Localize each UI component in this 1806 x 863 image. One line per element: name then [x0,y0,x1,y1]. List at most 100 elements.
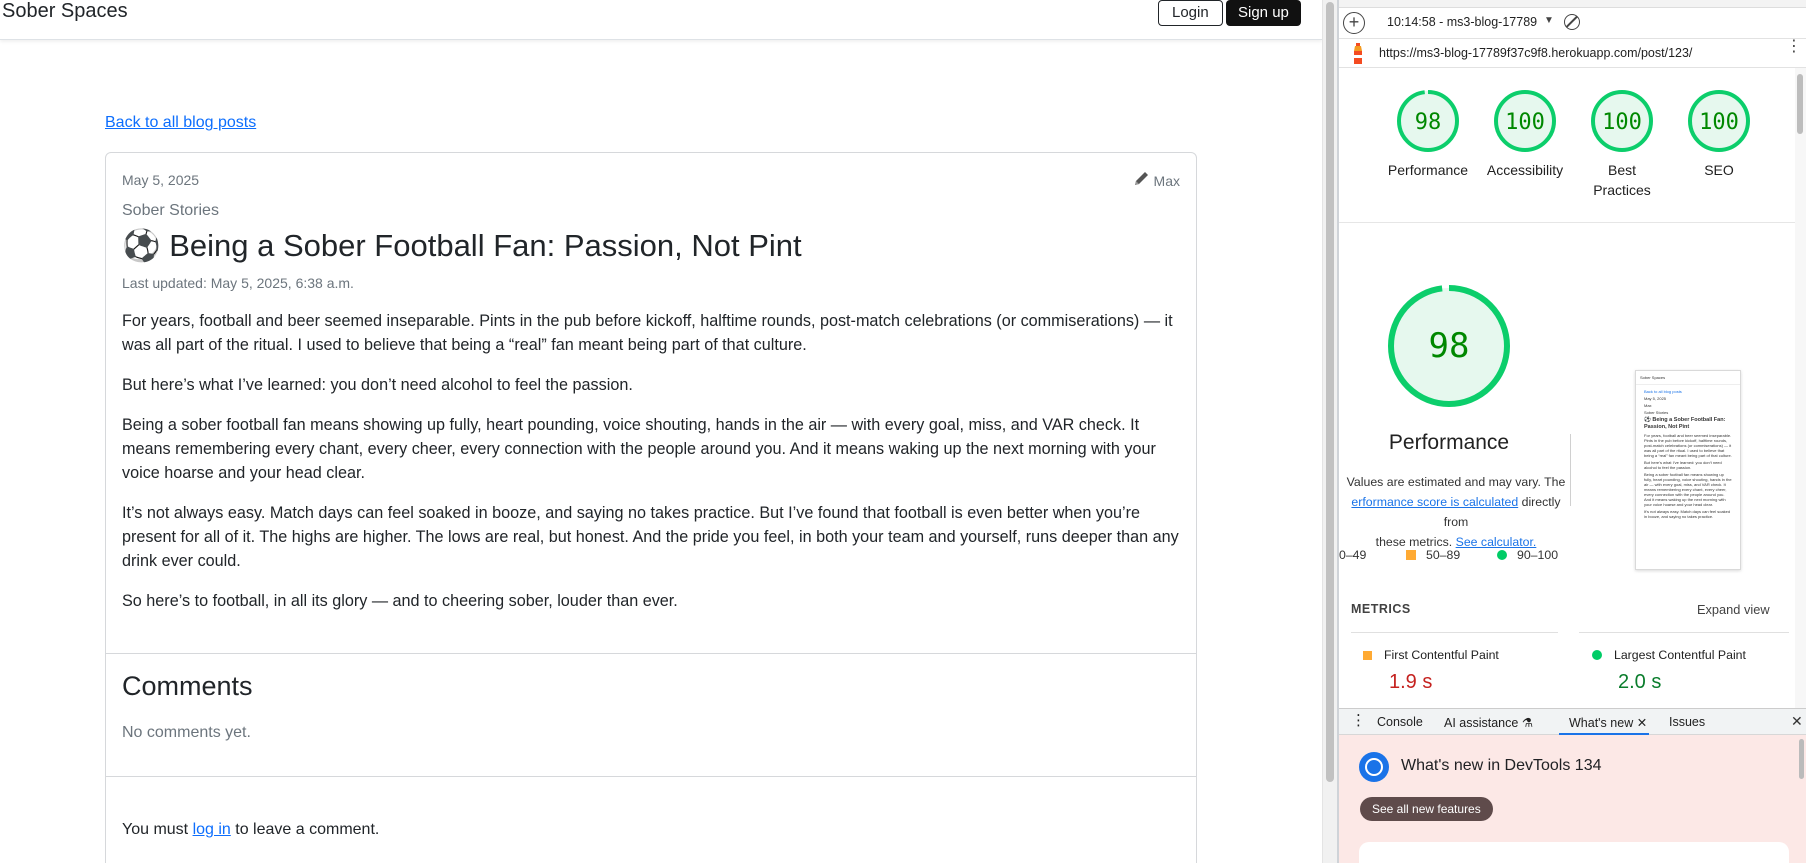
legend-high: 90–100 [1497,548,1558,562]
score-gauge-accessibility[interactable]: 100 Accessibility [1481,88,1569,180]
see-calculator-link[interactable]: See calculator. [1456,535,1537,549]
score-gauge-seo[interactable]: 100 SEO [1675,88,1763,180]
tab-ai-assistance-label: AI assistance [1444,716,1519,730]
gauge-label: Accessibility [1486,162,1564,178]
tab-console[interactable]: Console [1377,715,1423,729]
legend-mid: 50–89 [1406,548,1460,562]
average-square-icon [1406,550,1416,560]
new-report-button[interactable]: + [1343,12,1365,34]
gauge-ring: 100 [1688,90,1750,152]
metrics-header: METRICS [1351,602,1411,616]
scrollbar-thumb[interactable] [1799,739,1804,779]
gauge-ring: 98 [1397,90,1459,152]
thumbnail-title: ⚽ Being a Sober Football Fan: Passion, N… [1644,417,1726,430]
thumbnail-paragraph: Being a sober football fan means showing… [1644,472,1732,507]
performance-score-large: 98 [1429,326,1470,366]
post-body: For years, football and beer seemed inse… [122,309,1182,629]
page-screenshot-thumbnail[interactable]: Sober Spaces Back to all blog posts May … [1635,370,1741,570]
web-page: Sober Spaces Login Sign up Back to all b… [0,0,1322,863]
chrome-devtools-icon [1359,752,1389,782]
legend-low: 0–49 [1339,548,1366,562]
gauge-ring: 100 [1494,90,1556,152]
score-gauge-performance[interactable]: 98 Performance [1384,88,1472,180]
last-updated: Last updated: May 5, 2025, 6:38 a.m. [122,275,354,291]
score-legend: 0–49 50–89 90–100 [1339,548,1639,568]
thumbnail-paragraph: For years, football and beer seemed inse… [1644,433,1732,458]
gauge-label: Performance [1387,162,1469,178]
expand-view-toggle[interactable]: Expand view [1697,602,1770,617]
metric-lcp-name-row: Largest Contentful Paint [1592,648,1746,662]
average-square-icon [1363,650,1372,660]
divider [1579,632,1789,633]
see-all-features-button[interactable]: See all new features [1360,797,1493,821]
metric-fcp-name-row: First Contentful Paint [1363,648,1499,662]
thumbnail-content: Back to all blog posts May 5, 2025 Max S… [1636,385,1740,525]
post-paragraph: For years, football and beer seemed inse… [122,312,1173,354]
flask-icon: ⚗ [1521,716,1534,730]
more-options-icon[interactable]: ⋮ [1786,39,1802,55]
clear-icon[interactable] [1564,14,1580,30]
gauge-ring: 100 [1591,90,1653,152]
tab-whats-new[interactable]: What's new ✕ [1569,715,1647,730]
report-selector[interactable]: 10:14:58 - ms3-blog-17789 [1387,15,1537,29]
scrollbar-thumb[interactable] [1797,74,1803,134]
lighthouse-report: 98 Performance 100 Accessibility 100 Best Prac… [1339,68,1806,708]
report-url-bar: https://ms3-blog-17789f37c9f8.herokuapp.… [1339,39,1806,68]
gauge-score: 100 [1505,110,1545,135]
comments-heading: Comments [122,671,253,701]
no-comments-text: No comments yet. [122,724,251,741]
post-paragraph: Being a sober football fan means showing… [122,416,1156,482]
signup-button[interactable]: Sign up [1226,0,1301,26]
legend-mid-label: 50–89 [1426,548,1461,562]
tab-issues[interactable]: Issues [1669,715,1705,729]
login-prompt-suffix: to leave a comment. [230,821,380,838]
score-gauge-best-practices[interactable]: 100 Best Practices [1578,88,1666,200]
close-tab-icon[interactable]: ✕ [1637,716,1647,730]
tab-whats-new-label: What's new [1569,716,1634,730]
metric-fcp: First Contentful Paint 1.9 s [1363,648,1499,694]
values-note-line: Values are estimated and may vary. The [1346,475,1566,489]
back-to-posts-link[interactable]: Back to all blog posts [105,114,256,132]
post-category: Sober Stories [122,202,219,219]
login-button[interactable]: Login [1158,0,1223,26]
drawer-tab-bar: ⋮ Console AI assistance ⚗ What's new ✕ I… [1339,708,1806,735]
report-url: https://ms3-blog-17789f37c9f8.herokuapp.… [1379,46,1693,60]
post-paragraph: So here’s to football, in all its glory … [122,592,678,610]
page-scrollbar[interactable] [1322,0,1337,863]
thumbnail-author: Max [1644,403,1652,408]
post-card: May 5, 2025 Max Sober Stories ⚽ Being a … [105,152,1197,863]
gauge-label: Best Practices [1593,162,1651,198]
performance-label-large: Performance [1388,431,1510,454]
thumbnail-paragraph: It’s not always easy. Match days can fee… [1644,509,1731,519]
dropdown-caret-icon[interactable]: ▼ [1544,15,1554,26]
metric-name: First Contentful Paint [1384,648,1499,662]
post-paragraph: It’s not always easy. Match days can fee… [122,504,1179,570]
post-author: Max [1132,170,1180,191]
report-scrollbar[interactable] [1795,68,1806,708]
values-note: Values are estimated and may vary. The e… [1339,472,1573,552]
site-brand[interactable]: Sober Spaces [2,0,128,23]
thumbnail-nav: Sober Spaces [1636,371,1740,385]
divider [1339,222,1806,223]
login-link[interactable]: log in [193,821,231,838]
legend-low-label: 0–49 [1339,548,1367,562]
metric-lcp: Largest Contentful Paint 2.0 s [1592,648,1746,694]
scrollbar-thumb[interactable] [1326,2,1334,782]
whats-new-panel: What's new in DevTools 134 See all new f… [1339,735,1806,863]
values-note-text: these metrics. [1375,535,1456,549]
values-note-line: erformance score is calculated directly … [1339,492,1573,532]
lighthouse-icon [1354,43,1362,64]
navbar: Sober Spaces Login Sign up [0,0,1322,40]
drawer-scrollbar[interactable] [1797,735,1806,863]
thumbnail-date: May 5, 2025 [1644,396,1667,401]
whats-new-title: What's new in DevTools 134 [1401,757,1602,774]
gauge-score: 100 [1602,110,1642,135]
thumbnail-paragraph: But here’s what I’ve learned: you don’t … [1644,460,1722,470]
close-drawer-icon[interactable]: ✕ [1791,713,1803,730]
score-calculation-link[interactable]: erformance score is calculated [1351,495,1518,509]
drawer-menu-icon[interactable]: ⋮ [1351,711,1366,729]
post-paragraph: But here’s what I’ve learned: you don’t … [122,376,633,394]
pass-circle-icon [1497,550,1507,560]
thumbnail-category: Sober Stories [1644,410,1669,415]
tab-ai-assistance[interactable]: AI assistance ⚗ [1444,715,1533,730]
